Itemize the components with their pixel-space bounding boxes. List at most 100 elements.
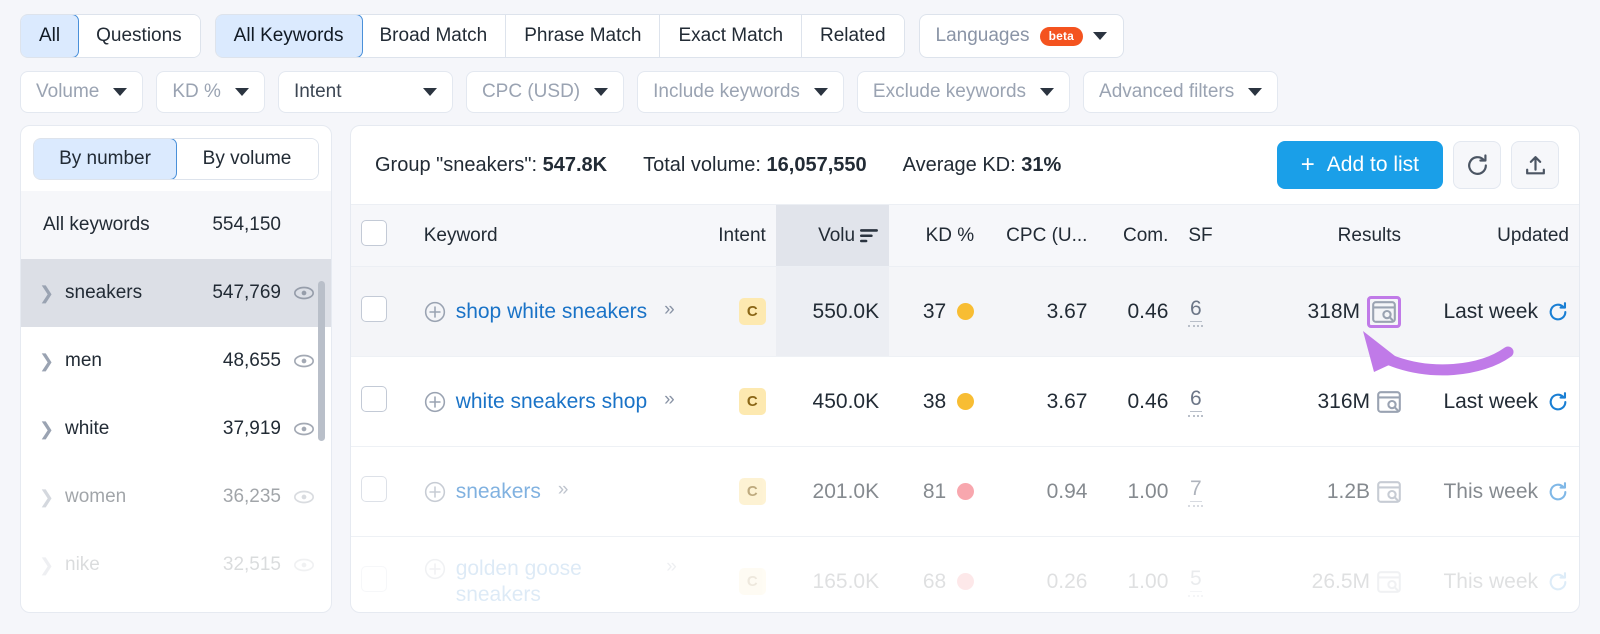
- row-checkbox[interactable]: [361, 386, 387, 412]
- sf-value[interactable]: 7: [1190, 477, 1202, 502]
- select-all-checkbox[interactable]: [361, 220, 387, 246]
- serp-preview-icon[interactable]: [1372, 301, 1396, 323]
- toggle-by-number[interactable]: By number: [33, 138, 177, 180]
- chevron-right-icon[interactable]: ❯: [39, 283, 65, 304]
- keyword-link[interactable]: shop white sneakers: [456, 299, 647, 325]
- filter-cpc[interactable]: CPC (USD): [466, 71, 624, 113]
- tab-questions[interactable]: Questions: [78, 15, 200, 57]
- table-row[interactable]: golden goose sneakers » C 165.0K 68: [351, 537, 1579, 614]
- sidebar-item-label: All keywords: [43, 214, 212, 236]
- add-keyword-icon[interactable]: [424, 558, 446, 580]
- column-header-volume[interactable]: Volu: [776, 205, 889, 267]
- column-header-kd[interactable]: KD %: [889, 205, 984, 267]
- filter-exclude-keywords[interactable]: Exclude keywords: [857, 71, 1070, 113]
- eye-icon[interactable]: [293, 350, 315, 372]
- chevron-right-icon[interactable]: ❯: [39, 419, 65, 440]
- sidebar-item-count: 37,919: [223, 418, 281, 440]
- table-row[interactable]: white sneakers shop » C 450.0K 38: [351, 357, 1579, 447]
- keyword-expand-icon[interactable]: »: [666, 556, 675, 578]
- eye-icon[interactable]: [293, 418, 315, 440]
- filter-intent[interactable]: Intent: [278, 71, 453, 113]
- eye-icon[interactable]: [293, 282, 315, 304]
- keyword-link[interactable]: sneakers: [456, 479, 541, 505]
- row-checkbox[interactable]: [361, 566, 387, 592]
- keyword-link[interactable]: white sneakers shop: [456, 389, 647, 415]
- add-keyword-icon[interactable]: [424, 301, 446, 323]
- sidebar-item-white[interactable]: ❯ white 37,919: [21, 395, 331, 463]
- sf-value[interactable]: 5: [1190, 567, 1202, 592]
- refresh-row-icon[interactable]: [1547, 481, 1569, 503]
- intent-badge[interactable]: C: [739, 298, 766, 325]
- sf-cell: 7: [1178, 447, 1247, 537]
- column-header-intent[interactable]: Intent: [685, 205, 776, 267]
- filter-kd[interactable]: KD %: [156, 71, 265, 113]
- eye-icon[interactable]: [293, 554, 315, 576]
- filter-intent-label: Intent: [294, 81, 342, 103]
- sidebar-item-men[interactable]: ❯ men 48,655: [21, 327, 331, 395]
- eye-icon[interactable]: [293, 486, 315, 508]
- tab-phrase-match[interactable]: Phrase Match: [506, 15, 660, 57]
- kd-difficulty-dot: [957, 573, 974, 590]
- table-row[interactable]: shop white sneakers » C 550.0K 37: [351, 267, 1579, 357]
- refresh-row-icon[interactable]: [1547, 301, 1569, 323]
- keyword-link[interactable]: golden goose sneakers: [456, 556, 650, 608]
- export-button[interactable]: [1511, 141, 1559, 189]
- tab-exact-match[interactable]: Exact Match: [660, 15, 802, 57]
- refresh-icon: [1465, 153, 1490, 178]
- intent-badge[interactable]: C: [739, 568, 766, 595]
- filter-volume[interactable]: Volume: [20, 71, 143, 113]
- sf-value[interactable]: 6: [1190, 297, 1202, 322]
- serp-preview-icon[interactable]: [1377, 391, 1401, 413]
- kd-wrap: 81: [923, 480, 974, 504]
- refresh-row-icon[interactable]: [1547, 391, 1569, 413]
- filter-advanced[interactable]: Advanced filters: [1083, 71, 1278, 113]
- plus-icon: +: [1301, 153, 1315, 177]
- intent-cell: C: [685, 447, 776, 537]
- tab-all[interactable]: All: [20, 14, 79, 58]
- refresh-row-icon[interactable]: [1547, 571, 1569, 593]
- add-to-list-button[interactable]: + Add to list: [1277, 141, 1443, 189]
- add-keyword-icon[interactable]: [424, 481, 446, 503]
- chevron-right-icon[interactable]: ❯: [39, 555, 65, 576]
- tab-broad-match[interactable]: Broad Match: [362, 15, 507, 57]
- chevron-right-icon[interactable]: ❯: [39, 487, 65, 508]
- serp-preview-icon[interactable]: [1377, 481, 1401, 503]
- row-checkbox[interactable]: [361, 296, 387, 322]
- column-header-sf[interactable]: SF: [1178, 205, 1247, 267]
- summary-group-value: 547.8K: [543, 154, 608, 176]
- refresh-button[interactable]: [1453, 141, 1501, 189]
- toggle-by-volume[interactable]: By volume: [176, 139, 318, 179]
- keyword-expand-icon[interactable]: »: [558, 479, 567, 501]
- add-to-list-label: Add to list: [1327, 153, 1419, 177]
- cpc-cell: 0.94: [984, 447, 1097, 537]
- column-header-results[interactable]: Results: [1247, 205, 1411, 267]
- tab-related[interactable]: Related: [802, 15, 904, 57]
- filter-include-keywords[interactable]: Include keywords: [637, 71, 844, 113]
- intent-badge[interactable]: C: [739, 388, 766, 415]
- serp-preview-icon[interactable]: [1377, 571, 1401, 593]
- keyword-expand-icon[interactable]: »: [664, 299, 673, 321]
- chevron-down-icon: [423, 88, 437, 96]
- add-keyword-icon[interactable]: [424, 391, 446, 413]
- table-header-row: Keyword Intent Volu KD % CP: [351, 205, 1579, 267]
- sidebar-item-sneakers[interactable]: ❯ sneakers 547,769: [21, 259, 331, 327]
- keyword-expand-icon[interactable]: »: [664, 389, 673, 411]
- sidebar-item-women[interactable]: ❯ women 36,235: [21, 463, 331, 531]
- column-header-cpc[interactable]: CPC (U...: [984, 205, 1097, 267]
- sort-descending-icon[interactable]: [860, 228, 879, 243]
- table-row[interactable]: sneakers » C 201.0K 81 0.94: [351, 447, 1579, 537]
- tab-all-keywords[interactable]: All Keywords: [215, 14, 363, 58]
- column-header-com[interactable]: Com.: [1097, 205, 1178, 267]
- sidebar-item-all-keywords[interactable]: All keywords 554,150: [21, 191, 331, 259]
- results-cell: 318M: [1247, 267, 1411, 357]
- sidebar-item-nike[interactable]: ❯ nike 32,515: [21, 531, 331, 599]
- column-header-updated[interactable]: Updated: [1411, 205, 1579, 267]
- sf-value[interactable]: 6: [1190, 387, 1202, 412]
- intent-badge[interactable]: C: [739, 478, 766, 505]
- column-header-keyword[interactable]: Keyword: [414, 205, 685, 267]
- kd-difficulty-dot: [957, 393, 974, 410]
- languages-dropdown[interactable]: Languages beta: [919, 14, 1125, 58]
- sidebar-scrollbar[interactable]: [318, 281, 325, 441]
- row-checkbox[interactable]: [361, 476, 387, 502]
- chevron-right-icon[interactable]: ❯: [39, 351, 65, 372]
